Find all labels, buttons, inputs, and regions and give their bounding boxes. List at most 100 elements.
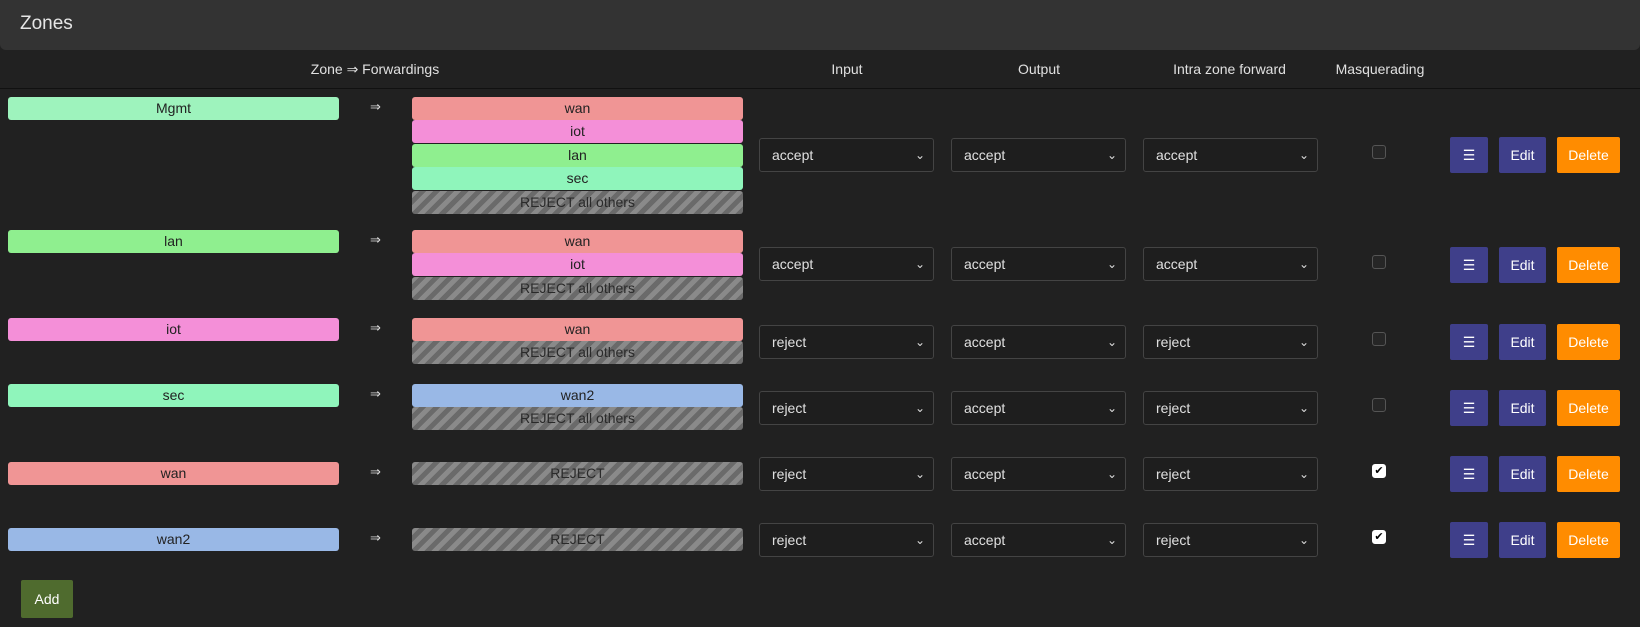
- chevron-down-icon: ⌄: [1298, 148, 1309, 162]
- zones-header: Zones: [0, 0, 1640, 50]
- column-output: Output: [1017, 61, 1061, 77]
- forward-badge-iot: iot: [412, 253, 743, 276]
- intra-zone-forward-select[interactable]: reject ⌄: [1143, 523, 1318, 557]
- menu-button[interactable]: ☰: [1450, 247, 1488, 283]
- output-select[interactable]: accept ⌄: [951, 247, 1126, 281]
- intra-zone-forward-select[interactable]: reject ⌄: [1143, 457, 1318, 491]
- input-select[interactable]: reject ⌄: [759, 523, 934, 557]
- table-header: Zone ⇒ Forwardings Input Output Intra zo…: [0, 50, 1640, 89]
- forward-badge-iot: iot: [412, 120, 743, 143]
- page-title: Zones: [20, 13, 73, 34]
- masquerading-checkbox[interactable]: ✔: [1372, 464, 1386, 478]
- input-select[interactable]: accept ⌄: [759, 247, 934, 281]
- chevron-down-icon: ⌄: [1106, 335, 1117, 349]
- menu-button[interactable]: ☰: [1450, 456, 1488, 492]
- chevron-down-icon: ⌄: [1106, 467, 1117, 481]
- input-select[interactable]: reject ⌄: [759, 391, 934, 425]
- forward-badge-reject: REJECT all others: [412, 407, 743, 430]
- intra-zone-forward-select[interactable]: reject ⌄: [1143, 391, 1318, 425]
- masquerading-checkbox[interactable]: [1372, 145, 1386, 159]
- output-select[interactable]: accept ⌄: [951, 457, 1126, 491]
- masquerading-checkbox[interactable]: [1372, 255, 1386, 269]
- column-intra-zone-forward: Intra zone forward: [1173, 61, 1286, 77]
- zone-badge-mgmt: Mgmt: [8, 97, 339, 120]
- delete-button[interactable]: Delete: [1557, 456, 1620, 492]
- forward-arrow: ⇒: [370, 99, 381, 114]
- forward-badge-lan: lan: [412, 144, 743, 167]
- edit-button[interactable]: Edit: [1499, 456, 1546, 492]
- edit-button[interactable]: Edit: [1499, 390, 1546, 426]
- forward-badge-reject: REJECT all others: [412, 341, 743, 364]
- delete-button[interactable]: Delete: [1557, 247, 1620, 283]
- output-select[interactable]: accept ⌄: [951, 138, 1126, 172]
- forward-arrow: ⇒: [370, 530, 381, 545]
- menu-button[interactable]: ☰: [1450, 137, 1488, 173]
- chevron-down-icon: ⌄: [1106, 533, 1117, 547]
- chevron-down-icon: ⌄: [1106, 401, 1117, 415]
- chevron-down-icon: ⌄: [1298, 335, 1309, 349]
- forward-arrow: ⇒: [370, 232, 381, 247]
- forward-badge-wan: wan: [412, 230, 743, 253]
- forward-badge-reject: REJECT: [412, 462, 743, 485]
- zone-badge-wan: wan: [8, 462, 339, 485]
- forward-arrow: ⇒: [370, 320, 381, 335]
- input-select[interactable]: reject ⌄: [759, 457, 934, 491]
- forward-badge-wan2: wan2: [412, 384, 743, 407]
- table-row: iot ⇒ wan REJECT all others reject ⌄ acce…: [0, 318, 1640, 368]
- edit-button[interactable]: Edit: [1499, 522, 1546, 558]
- chevron-down-icon: ⌄: [1298, 401, 1309, 415]
- column-zone-forwardings: Zone ⇒ Forwardings: [310, 61, 440, 77]
- check-icon: ✔: [1374, 531, 1384, 543]
- forward-badge-wan: wan: [412, 318, 743, 341]
- output-select[interactable]: accept ⌄: [951, 523, 1126, 557]
- masquerading-checkbox[interactable]: [1372, 398, 1386, 412]
- chevron-down-icon: ⌄: [1298, 467, 1309, 481]
- forward-badge-sec: sec: [412, 167, 743, 190]
- delete-button[interactable]: Delete: [1557, 390, 1620, 426]
- delete-button[interactable]: Delete: [1557, 137, 1620, 173]
- zone-badge-lan: lan: [8, 230, 339, 253]
- intra-zone-forward-select[interactable]: reject ⌄: [1143, 325, 1318, 359]
- masquerading-checkbox[interactable]: ✔: [1372, 530, 1386, 544]
- intra-zone-forward-select[interactable]: accept ⌄: [1143, 138, 1318, 172]
- forward-badge-reject: REJECT: [412, 528, 743, 551]
- table-row: sec ⇒ wan2 REJECT all others reject ⌄ acc…: [0, 384, 1640, 434]
- chevron-down-icon: ⌄: [914, 148, 925, 162]
- output-select[interactable]: accept ⌄: [951, 325, 1126, 359]
- table-row: Mgmt ⇒ wan iot lan sec REJECT all others…: [0, 97, 1640, 215]
- chevron-down-icon: ⌄: [914, 335, 925, 349]
- edit-button[interactable]: Edit: [1499, 247, 1546, 283]
- edit-button[interactable]: Edit: [1499, 324, 1546, 360]
- chevron-down-icon: ⌄: [1106, 257, 1117, 271]
- forward-arrow: ⇒: [370, 386, 381, 401]
- masquerading-checkbox[interactable]: [1372, 332, 1386, 346]
- chevron-down-icon: ⌄: [1298, 533, 1309, 547]
- chevron-down-icon: ⌄: [914, 467, 925, 481]
- chevron-down-icon: ⌄: [914, 533, 925, 547]
- intra-zone-forward-select[interactable]: accept ⌄: [1143, 247, 1318, 281]
- chevron-down-icon: ⌄: [914, 401, 925, 415]
- forward-arrow: ⇒: [370, 464, 381, 479]
- menu-button[interactable]: ☰: [1450, 324, 1488, 360]
- output-select[interactable]: accept ⌄: [951, 391, 1126, 425]
- check-icon: ✔: [1374, 465, 1384, 477]
- zone-badge-iot: iot: [8, 318, 339, 341]
- delete-button[interactable]: Delete: [1557, 522, 1620, 558]
- chevron-down-icon: ⌄: [1106, 148, 1117, 162]
- table-row: lan ⇒ wan iot REJECT all others accept ⌄ …: [0, 230, 1640, 300]
- table-row: wan ⇒ REJECT reject ⌄ accept ⌄ reject ⌄ ✔ ☰…: [0, 456, 1640, 502]
- edit-button[interactable]: Edit: [1499, 137, 1546, 173]
- table-row: wan2 ⇒ REJECT reject ⌄ accept ⌄ reject ⌄ ✔ …: [0, 522, 1640, 568]
- column-input: Input: [831, 61, 863, 77]
- delete-button[interactable]: Delete: [1557, 324, 1620, 360]
- menu-button[interactable]: ☰: [1450, 522, 1488, 558]
- forward-badge-wan: wan: [412, 97, 743, 120]
- column-masquerading: Masquerading: [1335, 61, 1425, 77]
- chevron-down-icon: ⌄: [914, 257, 925, 271]
- chevron-down-icon: ⌄: [1298, 257, 1309, 271]
- zone-badge-wan2: wan2: [8, 528, 339, 551]
- menu-button[interactable]: ☰: [1450, 390, 1488, 426]
- add-zone-button[interactable]: Add: [21, 580, 73, 618]
- input-select[interactable]: reject ⌄: [759, 325, 934, 359]
- input-select[interactable]: accept ⌄: [759, 138, 934, 172]
